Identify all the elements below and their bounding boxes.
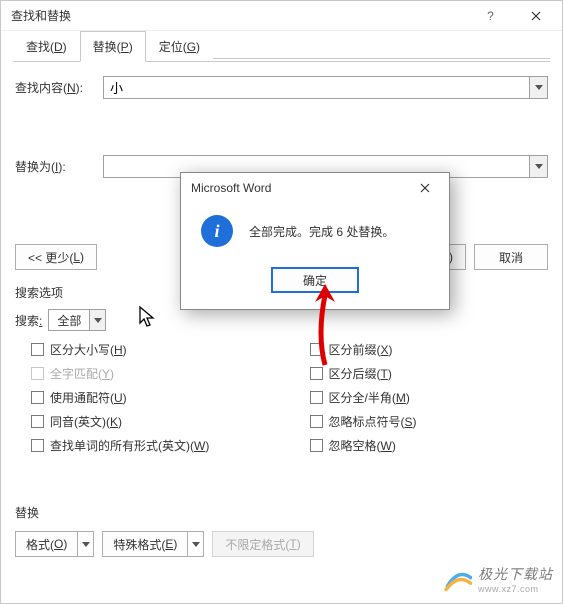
msgbox-body: i 全部完成。完成 6 处替换。 [181, 203, 449, 267]
chevron-down-icon [535, 164, 543, 169]
all-forms-checkbox[interactable]: 查找单词的所有形式(英文)(W) [31, 437, 270, 454]
match-suffix-checkbox[interactable]: 区分后缀(T) [310, 365, 392, 382]
search-direction-row: 搜索: 全部 [15, 309, 548, 331]
watermark: 极光下载站 www.xz7.com [444, 564, 553, 594]
info-icon: i [201, 215, 233, 247]
content: 查找内容(N): 替换为(I): << 更少(L) 找下一处(F) 取消 搜索选… [1, 62, 562, 603]
options-right-col: 区分前缀(X) 区分后缀(T) 区分全/半角(M) 忽略标点符号(S) 忽略空格… [270, 341, 549, 454]
match-prefix-checkbox[interactable]: 区分前缀(X) [310, 341, 393, 358]
special-format-button[interactable]: 特殊格式(E) [102, 531, 204, 557]
msgbox-footer: 确定 [181, 267, 449, 309]
watermark-text-block: 极光下载站 www.xz7.com [478, 564, 553, 594]
tab-goto[interactable]: 定位(G) [146, 31, 213, 62]
tab-replace[interactable]: 替换(P) [80, 31, 146, 62]
find-dropdown[interactable] [529, 77, 547, 98]
ignore-space-checkbox[interactable]: 忽略空格(W) [310, 437, 396, 454]
window-title: 查找和替换 [11, 7, 468, 24]
search-direction-value: 全部 [49, 312, 89, 329]
chevron-down-icon [82, 542, 90, 547]
find-combo[interactable] [103, 76, 548, 99]
less-button[interactable]: << 更少(L) [15, 244, 97, 270]
no-format-button: 不限定格式(T) [212, 531, 313, 557]
replace-dropdown[interactable] [529, 156, 547, 177]
find-label: 查找内容(N): [15, 79, 95, 96]
ignore-punct-checkbox[interactable]: 忽略标点符号(S) [310, 413, 417, 430]
ok-button[interactable]: 确定 [271, 267, 359, 293]
find-input[interactable] [104, 77, 529, 98]
find-row: 查找内容(N): [15, 76, 548, 99]
watermark-url: www.xz7.com [478, 584, 553, 594]
replace-section: 替换 格式(O) 特殊格式(E) 不限定格式(T) [15, 504, 548, 557]
options-grid: 区分大小写(H) 全字匹配(Y) 使用通配符(U) 同音(英文)(K) 查找单词… [15, 341, 548, 454]
close-button[interactable] [513, 1, 558, 31]
search-label: 搜索: [15, 312, 42, 329]
tab-strip: 查找(D) 替换(P) 定位(G) [13, 31, 550, 62]
watermark-text: 极光下载站 [478, 564, 553, 584]
chevron-down-icon [535, 85, 543, 90]
watermark-logo-icon [444, 565, 472, 593]
match-case-checkbox[interactable]: 区分大小写(H) [31, 341, 270, 358]
full-half-checkbox[interactable]: 区分全/半角(M) [310, 389, 410, 406]
replace-section-label: 替换 [15, 504, 548, 521]
replace-label: 替换为(I): [15, 158, 95, 175]
chevron-down-icon [192, 542, 200, 547]
search-direction-combo[interactable]: 全部 [48, 309, 106, 331]
tab-find[interactable]: 查找(D) [13, 31, 80, 62]
footer-buttons: 格式(O) 特殊格式(E) 不限定格式(T) [15, 531, 548, 557]
msgbox-titlebar: Microsoft Word [181, 173, 449, 203]
sounds-like-checkbox[interactable]: 同音(英文)(K) [31, 413, 270, 430]
help-button[interactable]: ? [468, 1, 513, 31]
options-left-col: 区分大小写(H) 全字匹配(Y) 使用通配符(U) 同音(英文)(K) 查找单词… [15, 341, 270, 454]
titlebar: 查找和替换 ? [1, 1, 562, 31]
wildcards-checkbox[interactable]: 使用通配符(U) [31, 389, 270, 406]
msgbox-message: 全部完成。完成 6 处替换。 [249, 223, 394, 240]
msgbox-title: Microsoft Word [191, 181, 405, 195]
chevron-down-icon [94, 318, 102, 323]
format-button[interactable]: 格式(O) [15, 531, 94, 557]
msgbox-close-button[interactable] [405, 173, 445, 203]
message-box: Microsoft Word i 全部完成。完成 6 处替换。 确定 [180, 172, 450, 310]
search-direction-dropdown[interactable] [89, 310, 105, 330]
whole-word-checkbox: 全字匹配(Y) [31, 365, 270, 382]
cancel-button[interactable]: 取消 [474, 244, 548, 270]
